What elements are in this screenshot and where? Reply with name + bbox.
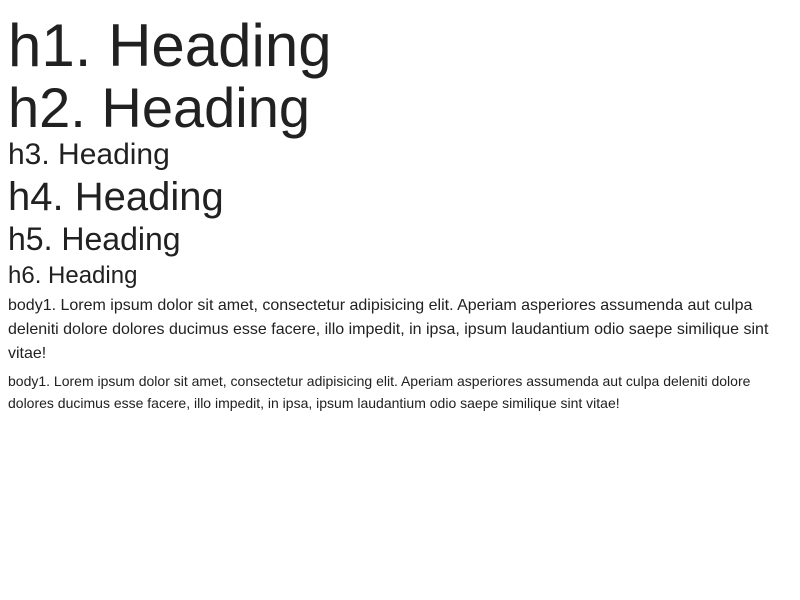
heading-h4: h4. Heading [8, 175, 224, 219]
heading-h6: h6. Heading [8, 262, 138, 289]
body2-paragraph: body1. Lorem ipsum dolor sit amet, conse… [8, 373, 751, 411]
heading-h3: h3. Heading [8, 138, 170, 171]
body1-paragraph: body1. Lorem ipsum dolor sit amet, conse… [8, 297, 769, 362]
heading-h5: h5. Heading [8, 221, 181, 257]
heading-h2: h2. Heading [8, 76, 311, 139]
heading-h1: h1. Heading [8, 12, 332, 79]
typography-page: h1. Heading h2. Heading h3. Heading h4. … [0, 0, 800, 600]
